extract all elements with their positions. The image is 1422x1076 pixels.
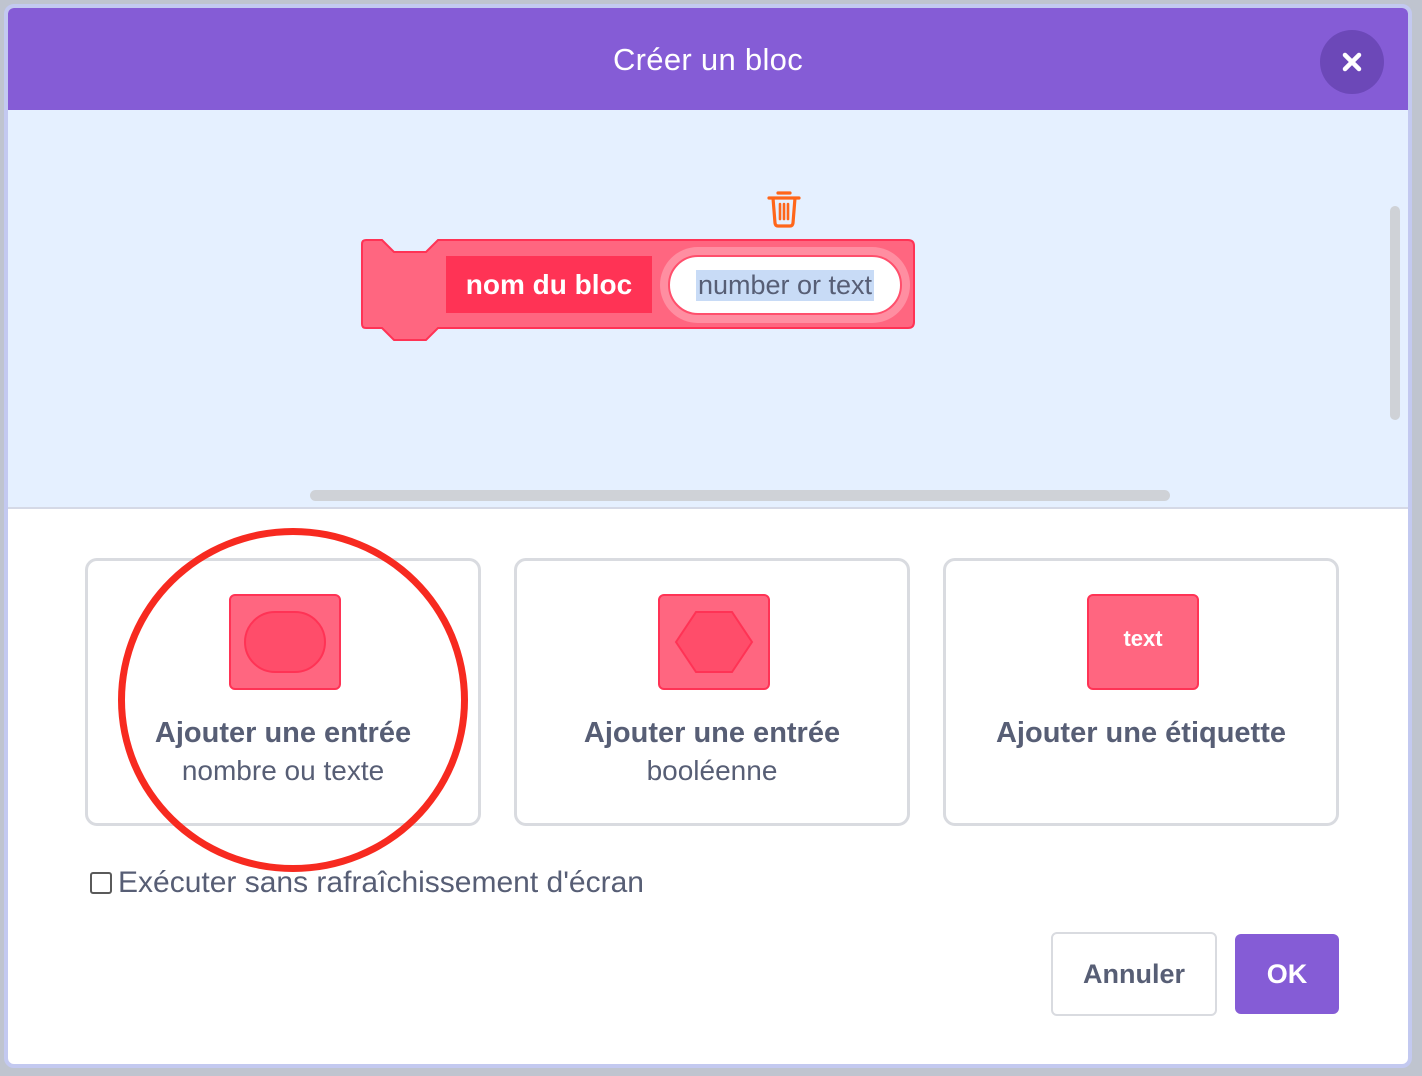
round-input-icon [229,594,341,690]
run-without-refresh-checkbox[interactable] [90,872,112,894]
label-icon-text: text [1123,626,1163,651]
create-block-dialog: Créer un bloc nom du bloc number or text [4,4,1412,1068]
run-without-refresh-label[interactable]: Exécuter sans rafraîchissement d'écran [118,866,644,900]
ok-button[interactable]: OK [1235,934,1339,1014]
option-title: Ajouter une étiquette [995,717,1286,749]
boolean-input-icon [658,594,770,690]
label-icon: text [1087,594,1199,690]
run-without-refresh-option[interactable]: Exécuter sans rafraîchissement d'écran [90,866,644,900]
option-subtitle: nombre ou texte [181,755,385,786]
block-input-text: number or text [695,269,875,301]
option-title: Ajouter une entrée [583,717,841,749]
block-name-label[interactable]: nom du bloc [446,256,652,313]
cancel-button[interactable]: Annuler [1051,932,1217,1016]
block-preview-workspace: nom du bloc number or text [8,110,1408,509]
add-label-button[interactable]: text Ajouter une étiquette [943,558,1339,826]
block-number-text-input[interactable]: number or text [668,255,902,315]
trash-icon[interactable] [766,188,802,228]
dialog-title: Créer un bloc [613,42,803,77]
option-subtitle: booléenne [646,755,778,786]
vertical-scrollbar[interactable] [1390,206,1400,420]
add-boolean-input-button[interactable]: Ajouter une entrée booléenne [514,558,910,826]
option-title: Ajouter une entrée [154,717,412,749]
add-number-text-input-button[interactable]: Ajouter une entrée nombre ou texte [85,558,481,826]
close-icon [1342,52,1362,72]
horizontal-scrollbar[interactable] [310,490,1170,501]
dialog-header: Créer un bloc [8,8,1408,110]
close-button[interactable] [1320,30,1384,94]
